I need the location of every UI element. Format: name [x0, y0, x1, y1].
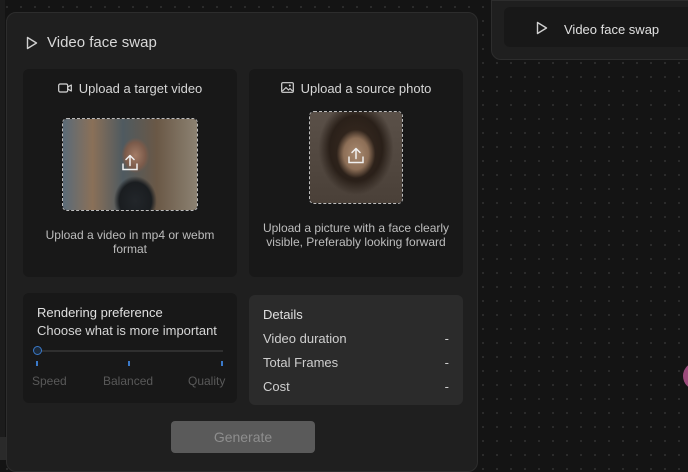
rendering-preference-subtitle: Choose what is more important — [37, 323, 217, 338]
play-icon — [536, 21, 548, 38]
details-row: Cost - — [263, 379, 449, 394]
details-value: - — [444, 379, 449, 394]
details-title: Details — [263, 307, 303, 322]
source-photo-dropzone[interactable] — [309, 111, 403, 204]
video-face-swap-node[interactable]: Video face swap Upload a target video Up… — [6, 12, 478, 472]
canvas-left-edge — [0, 0, 5, 460]
node-header: Video face swap — [26, 34, 157, 51]
slider-label-speed[interactable]: Speed — [32, 374, 67, 388]
upload-icon — [120, 152, 140, 177]
source-photo-title: Upload a source photo — [300, 81, 432, 96]
details-row: Total Frames - — [263, 355, 449, 370]
slider-label-balanced[interactable]: Balanced — [103, 374, 153, 388]
target-video-title: Upload a target video — [78, 81, 203, 96]
video-camera-icon — [57, 81, 72, 96]
secondary-node-title-row: Video face swap — [536, 21, 659, 38]
source-photo-description: Upload a picture with a face clearly vis… — [262, 221, 450, 249]
details-card: Details Video duration - Total Frames - … — [249, 295, 463, 405]
details-row: Video duration - — [263, 331, 449, 346]
target-video-title-row: Upload a target video — [23, 81, 237, 96]
slider-tick-quality — [221, 361, 223, 366]
secondary-node-header[interactable]: Video face swap — [504, 7, 688, 47]
details-value: - — [444, 331, 449, 346]
details-label: Video duration — [263, 331, 347, 346]
rendering-slider-track[interactable] — [37, 350, 223, 352]
source-photo-card: Upload a source photo Upload a picture w… — [249, 69, 463, 277]
rendering-slider-handle[interactable] — [33, 346, 42, 355]
slider-tick-balanced — [128, 361, 130, 366]
rendering-preference-title: Rendering preference — [37, 305, 163, 320]
secondary-node[interactable]: Video face swap — [491, 0, 688, 60]
details-value: - — [444, 355, 449, 370]
node-title: Video face swap — [47, 34, 157, 51]
target-video-card: Upload a target video Upload a video in … — [23, 69, 237, 277]
upload-icon — [346, 145, 366, 170]
image-icon — [280, 81, 294, 96]
slider-label-quality[interactable]: Quality — [188, 374, 225, 388]
source-photo-title-row: Upload a source photo — [249, 81, 463, 96]
connection-handle[interactable] — [683, 362, 688, 390]
target-video-description: Upload a video in mp4 or webm format — [45, 228, 215, 256]
target-video-dropzone[interactable] — [62, 118, 198, 211]
rendering-preference-card: Rendering preference Choose what is more… — [23, 293, 237, 403]
play-icon — [26, 36, 38, 50]
generate-button[interactable]: Generate — [171, 421, 315, 453]
secondary-node-title: Video face swap — [564, 22, 660, 37]
slider-tick-speed — [36, 361, 38, 366]
details-label: Total Frames — [263, 355, 339, 370]
details-label: Cost — [263, 379, 290, 394]
